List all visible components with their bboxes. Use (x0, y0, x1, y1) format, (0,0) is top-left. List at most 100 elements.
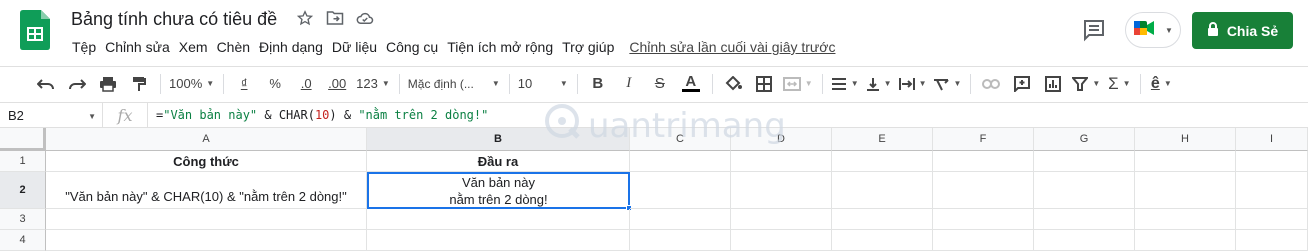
text-color-button[interactable]: A (679, 71, 703, 97)
row-header-1[interactable]: 1 (0, 151, 46, 172)
column-header-g[interactable]: G (1034, 128, 1135, 151)
meet-icon (1133, 19, 1155, 42)
filter-icon[interactable]: ▼ (1072, 71, 1100, 97)
cell-f4[interactable] (933, 230, 1034, 251)
undo-icon[interactable] (34, 71, 58, 97)
menu-help[interactable]: Trợ giúp (562, 39, 614, 55)
text-wrapping-icon[interactable]: ▼ (898, 71, 926, 97)
redo-icon[interactable] (65, 71, 89, 97)
cell-g1[interactable] (1034, 151, 1135, 172)
document-title[interactable]: Bảng tính chưa có tiêu đề (71, 9, 277, 30)
functions-icon[interactable]: Σ ▼ (1107, 71, 1131, 97)
menu-tools[interactable]: Công cụ (386, 39, 438, 55)
cloud-saved-icon[interactable] (356, 9, 374, 27)
cell-e3[interactable] (832, 209, 933, 230)
cell-c1[interactable] (630, 151, 731, 172)
comment-history-icon[interactable] (1082, 18, 1106, 42)
increase-decimal-button[interactable]: .00 (325, 71, 349, 97)
vertical-align-icon[interactable]: ▼ (866, 71, 892, 97)
cell-i4[interactable] (1236, 230, 1308, 251)
merge-cells-icon[interactable]: ▼ (782, 71, 813, 97)
cell-h4[interactable] (1135, 230, 1236, 251)
cell-h1[interactable] (1135, 151, 1236, 172)
cell-f1[interactable] (933, 151, 1034, 172)
menu-extensions[interactable]: Tiện ích mở rộng (447, 39, 553, 55)
name-box[interactable]: B2 ▼ (0, 103, 103, 127)
select-all-corner[interactable] (0, 128, 46, 151)
horizontal-align-icon[interactable]: ▼ (831, 71, 859, 97)
cell-g2[interactable] (1034, 172, 1135, 209)
zoom-select[interactable]: 100% ▼ (169, 71, 214, 97)
column-header-a[interactable]: A (46, 128, 367, 151)
column-header-f[interactable]: F (933, 128, 1034, 151)
cell-b3[interactable] (367, 209, 630, 230)
menu-view[interactable]: Xem (179, 39, 208, 55)
column-header-e[interactable]: E (832, 128, 933, 151)
cell-b2[interactable]: Văn bản này nằm trên 2 dòng! (367, 172, 630, 209)
menu-edit[interactable]: Chỉnh sửa (105, 39, 170, 55)
cell-g4[interactable] (1034, 230, 1135, 251)
decrease-decimal-button[interactable]: .0 (294, 71, 318, 97)
star-icon[interactable] (296, 9, 314, 27)
menu-data[interactable]: Dữ liệu (332, 39, 377, 55)
cell-e1[interactable] (832, 151, 933, 172)
formula-input[interactable]: = "Văn bản này" & CHAR(10) & "nằm trên 2 … (147, 103, 488, 127)
cell-a4[interactable] (46, 230, 367, 251)
insert-comment-icon[interactable] (1010, 71, 1034, 97)
cell-a1[interactable]: Công thức (46, 151, 367, 172)
italic-button[interactable]: I (617, 71, 641, 97)
cell-c3[interactable] (630, 209, 731, 230)
strikethrough-button[interactable]: S (648, 71, 672, 97)
menu-format[interactable]: Định dạng (259, 39, 323, 55)
cell-e4[interactable] (832, 230, 933, 251)
row-header-4[interactable]: 4 (0, 230, 46, 251)
cell-i2[interactable] (1236, 172, 1308, 209)
percent-format-button[interactable]: % (263, 71, 287, 97)
cell-e2[interactable] (832, 172, 933, 209)
column-header-h[interactable]: H (1135, 128, 1236, 151)
cell-f2[interactable] (933, 172, 1034, 209)
text-rotation-icon[interactable]: ▼ (933, 71, 961, 97)
cell-d4[interactable] (731, 230, 832, 251)
more-formats-select[interactable]: 123 ▼ (356, 71, 390, 97)
cell-b4[interactable] (367, 230, 630, 251)
cell-d1[interactable] (731, 151, 832, 172)
cell-a3[interactable] (46, 209, 367, 230)
insert-link-icon[interactable] (979, 71, 1003, 97)
column-header-i[interactable]: I (1236, 128, 1308, 151)
row-header-2[interactable]: 2 (0, 172, 46, 209)
menu-insert[interactable]: Chèn (217, 39, 250, 55)
cell-c4[interactable] (630, 230, 731, 251)
paint-format-icon[interactable] (127, 71, 151, 97)
fill-color-icon[interactable] (721, 71, 745, 97)
font-size-value: 10 (517, 76, 533, 91)
move-to-folder-icon[interactable] (326, 9, 344, 27)
last-edit-link[interactable]: Chỉnh sửa lần cuối vài giây trước (629, 39, 835, 55)
row-header-3[interactable]: 3 (0, 209, 46, 230)
bold-button[interactable]: B (586, 71, 610, 97)
cell-h2[interactable] (1135, 172, 1236, 209)
formula-part: ) & (329, 108, 359, 122)
meet-button[interactable]: ▼ (1125, 12, 1181, 48)
sigma-glyph: Σ (1108, 73, 1119, 93)
cell-b1[interactable]: Đầu ra (367, 151, 630, 172)
borders-icon[interactable] (752, 71, 776, 97)
cell-h3[interactable] (1135, 209, 1236, 230)
cell-i1[interactable] (1236, 151, 1308, 172)
share-button[interactable]: Chia Sẻ (1192, 12, 1293, 49)
sheets-logo-icon[interactable] (20, 10, 50, 50)
cell-g3[interactable] (1034, 209, 1135, 230)
cell-i3[interactable] (1236, 209, 1308, 230)
input-tools-icon[interactable]: ê ▼ (1149, 71, 1173, 97)
cell-c2[interactable] (630, 172, 731, 209)
cell-d3[interactable] (731, 209, 832, 230)
cell-a2[interactable]: "Văn bản này" & CHAR(10) & "nằm trên 2 d… (46, 172, 367, 209)
cell-f3[interactable] (933, 209, 1034, 230)
print-icon[interactable] (96, 71, 120, 97)
currency-format-button[interactable]: ₫ (232, 71, 256, 97)
font-size-select[interactable]: 10 ▼ (518, 71, 568, 97)
cell-d2[interactable] (731, 172, 832, 209)
insert-chart-icon[interactable] (1041, 71, 1065, 97)
menu-file[interactable]: Tệp (72, 39, 96, 55)
font-family-select[interactable]: Mặc định (... ▼ (408, 71, 500, 97)
